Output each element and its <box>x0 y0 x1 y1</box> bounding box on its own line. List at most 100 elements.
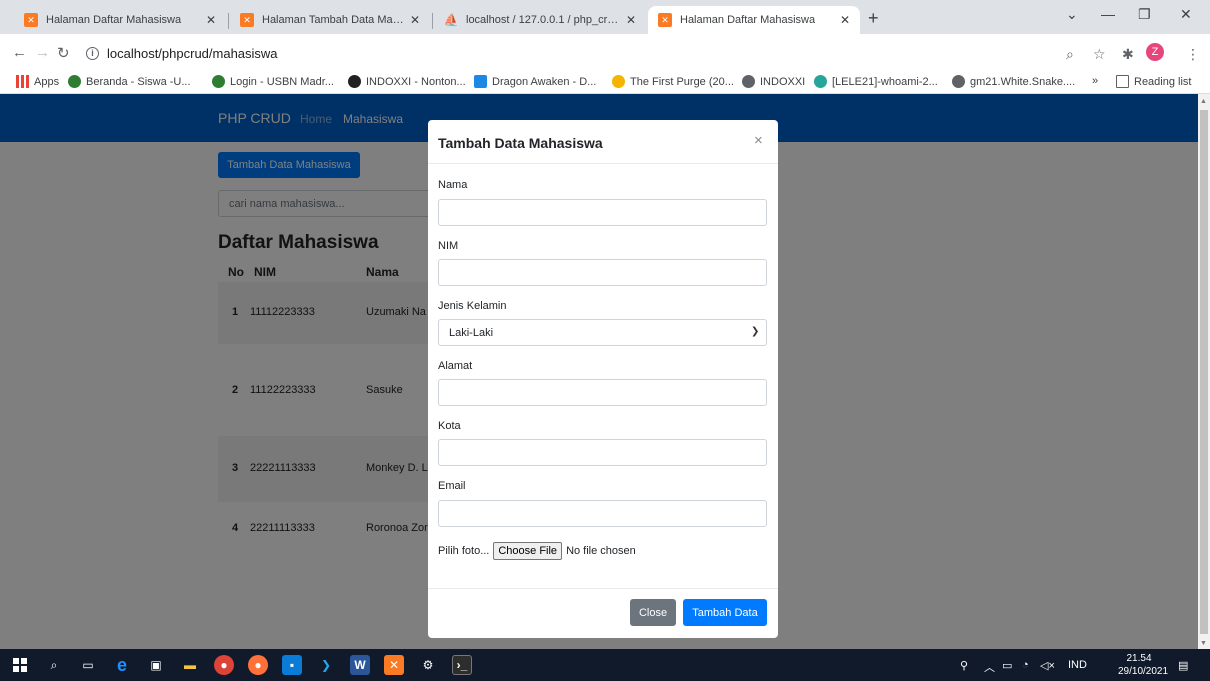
search-icon[interactable]: ⌕ <box>44 655 64 675</box>
globe-icon <box>952 75 965 88</box>
browser-tab-strip: ✕ Halaman Daftar Mahasiswa ✕ ✕ Halaman T… <box>0 0 1210 34</box>
xampp-favicon-icon: ✕ <box>24 13 38 27</box>
tab-close-icon[interactable]: ✕ <box>840 13 850 27</box>
volume-muted-icon[interactable]: ◁× <box>1040 659 1055 672</box>
browser-menu-icon[interactable]: ⋮ <box>1186 46 1200 63</box>
bookmark-label: gm21.White.Snake.... <box>970 75 1076 88</box>
url-omnibox[interactable]: i localhost/phpcrud/mahasiswa <box>80 40 1090 66</box>
bookmarks-bar: Apps Beranda - Siswa -U... Login - USBN … <box>0 72 1210 94</box>
add-student-modal: Tambah Data Mahasiswa × Nama NIM Jenis K… <box>428 120 778 638</box>
bookmark-gm21[interactable]: gm21.White.Snake.... <box>952 75 1075 88</box>
bookmark-login-usbn[interactable]: Login - USBN Madr... <box>212 75 334 88</box>
nama-input[interactable] <box>438 199 767 226</box>
bookmark-label: Apps <box>34 75 60 88</box>
kota-label: Kota <box>438 420 461 432</box>
file-explorer-icon[interactable]: ▬ <box>180 655 200 675</box>
chevron-down-icon: ❯ <box>751 326 760 337</box>
site-logo-icon <box>814 75 827 88</box>
profile-avatar[interactable]: Z <box>1146 43 1164 61</box>
task-view-icon[interactable]: ▭ <box>78 655 98 675</box>
alamat-input[interactable] <box>438 379 767 406</box>
chrome-icon[interactable]: ● <box>214 655 234 675</box>
extensions-puzzle-icon[interactable]: ✱ <box>1122 46 1134 63</box>
xampp-favicon-icon: ✕ <box>658 13 672 27</box>
bookmark-lele21[interactable]: [LELE21]-whoami-2... <box>814 75 938 88</box>
browser-tab-3[interactable]: ⛵ localhost / 127.0.0.1 / php_crud / ✕ <box>434 6 646 34</box>
notifications-icon[interactable]: ▤ <box>1178 659 1188 672</box>
email-label: Email <box>438 480 466 492</box>
address-bar-row: ← → ↻ i localhost/phpcrud/mahasiswa ⌕ ☆ … <box>0 34 1210 72</box>
nim-input[interactable] <box>438 259 767 286</box>
bookmark-first-purge[interactable]: The First Purge (20... <box>612 75 734 88</box>
indoxxi-logo-icon <box>348 75 361 88</box>
zoom-icon[interactable]: ⌕ <box>1066 46 1074 63</box>
firefox-icon[interactable]: ● <box>248 655 268 675</box>
bookmark-label: The First Purge (20... <box>630 75 734 88</box>
new-tab-icon[interactable]: + <box>868 8 879 29</box>
windows-start-icon[interactable] <box>10 655 30 675</box>
taskbar-clock[interactable]: 21.54 29/10/2021 <box>1118 652 1169 678</box>
school-logo-icon <box>212 75 225 88</box>
dragon-awaken-logo-icon <box>474 75 487 88</box>
command-prompt-icon[interactable]: ›_ <box>452 655 472 675</box>
input-language-indicator[interactable]: IND <box>1068 659 1087 671</box>
jenis-kelamin-select[interactable]: Laki-Laki ❯ <box>438 319 767 346</box>
modal-close-icon[interactable]: × <box>754 132 763 149</box>
tab-close-icon[interactable]: ✕ <box>206 13 216 27</box>
wifi-icon[interactable]: ◔ <box>1022 659 1029 671</box>
file-status-text: No file chosen <box>566 545 636 557</box>
browser-tab-2[interactable]: ✕ Halaman Tambah Data Mahasisw ✕ <box>230 6 430 34</box>
terminal-app-icon[interactable]: ▪ <box>282 655 302 675</box>
kota-input[interactable] <box>438 439 767 466</box>
more-bookmarks-chevron[interactable]: » <box>1092 75 1098 87</box>
scroll-up-arrow-icon[interactable]: ▲ <box>1200 98 1207 105</box>
browser-tab-1[interactable]: ✕ Halaman Daftar Mahasiswa ✕ <box>14 6 226 34</box>
word-icon[interactable]: W <box>350 655 370 675</box>
tab-title: Halaman Daftar Mahasiswa <box>680 14 816 26</box>
reload-icon[interactable]: ↻ <box>57 44 70 62</box>
bookmark-label: INDOXXI <box>760 75 806 88</box>
alamat-label: Alamat <box>438 360 473 372</box>
bookmark-indoxxi-nonton[interactable]: INDOXXI - Nonton... <box>348 75 466 88</box>
submit-button[interactable]: Tambah Data <box>683 599 767 626</box>
scrollbar-thumb[interactable] <box>1200 110 1208 634</box>
site-info-icon[interactable]: i <box>86 46 99 60</box>
browser-tab-4-active[interactable]: ✕ Halaman Daftar Mahasiswa ✕ <box>648 6 860 34</box>
vscode-icon[interactable]: ❯ <box>316 655 336 675</box>
bookmark-dragon-awaken[interactable]: Dragon Awaken - D... <box>474 75 596 88</box>
apps-grid-icon <box>16 75 29 88</box>
window-close-icon[interactable]: ✕ <box>1180 6 1192 23</box>
web-page: PHP CRUD Home Mahasiswa Tambah Data Maha… <box>0 94 1198 649</box>
windows-taskbar: ⌕ ▭ e ▣ ▬ ● ● ▪ ❯ W ✕ ⚙ ›_ ⚲ ︿ ▭ ◔ ◁× IN… <box>0 649 1210 681</box>
bookmark-apps[interactable]: Apps <box>16 75 59 88</box>
show-hidden-icons-chevron-icon[interactable]: ︿ <box>984 659 995 675</box>
settings-gear-icon[interactable]: ⚙ <box>418 655 438 675</box>
battery-icon[interactable]: ▭ <box>1002 659 1012 672</box>
xampp-icon[interactable]: ✕ <box>384 655 404 675</box>
edge-legacy-icon[interactable]: e <box>112 655 132 675</box>
tab-search-chevron-icon[interactable]: ⌄ <box>1066 6 1078 23</box>
forward-arrow-icon[interactable]: → <box>35 44 50 61</box>
choose-file-button[interactable]: Choose File <box>493 542 563 560</box>
tab-separator <box>432 13 433 29</box>
modal-footer: Close Tambah Data <box>428 588 778 638</box>
bookmark-beranda[interactable]: Beranda - Siswa -U... <box>68 75 191 88</box>
bookmark-label: Login - USBN Madr... <box>230 75 334 88</box>
close-button[interactable]: Close <box>630 599 676 626</box>
scroll-down-arrow-icon[interactable]: ▼ <box>1200 640 1207 647</box>
bookmark-indoxxi[interactable]: INDOXXI <box>742 75 805 88</box>
bookmark-star-icon[interactable]: ☆ <box>1093 46 1106 63</box>
tab-close-icon[interactable]: ✕ <box>626 13 636 27</box>
tab-title: Halaman Tambah Data Mahasisw <box>262 14 404 26</box>
email-input[interactable] <box>438 500 767 527</box>
maximize-icon[interactable]: ❐ <box>1138 6 1151 23</box>
bookmark-label: [LELE21]-whoami-2... <box>832 75 938 88</box>
minimize-icon[interactable]: — <box>1101 6 1115 22</box>
clock-date: 29/10/2021 <box>1118 666 1169 677</box>
reading-list-button[interactable]: Reading list <box>1116 75 1191 88</box>
people-icon[interactable]: ⚲ <box>960 659 968 672</box>
back-arrow-icon[interactable]: ← <box>12 44 27 61</box>
store-icon[interactable]: ▣ <box>146 655 166 675</box>
tab-close-icon[interactable]: ✕ <box>410 13 420 27</box>
tab-title: Halaman Daftar Mahasiswa <box>46 14 182 26</box>
